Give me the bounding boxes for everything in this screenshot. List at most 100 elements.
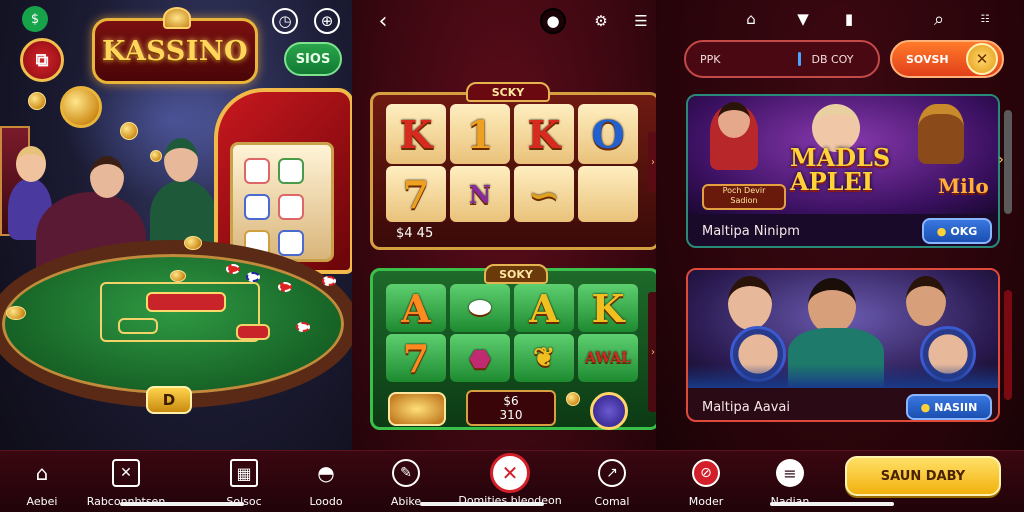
coin-icon: ● bbox=[936, 224, 947, 238]
nav-label: Loodo bbox=[309, 495, 343, 508]
cross-icon: ✕ bbox=[112, 459, 140, 487]
home-icon: ⌂ bbox=[35, 461, 49, 485]
reel-cell: N bbox=[450, 166, 510, 222]
search-left-text: PPK bbox=[700, 52, 721, 66]
text-cursor bbox=[798, 52, 802, 66]
search-input[interactable]: PPK DB COY bbox=[684, 40, 880, 78]
reel-cell: K bbox=[386, 104, 446, 164]
game-card-1-button[interactable]: ● OKG bbox=[922, 218, 992, 244]
character-head bbox=[728, 276, 772, 330]
nav-label: Abike bbox=[390, 495, 422, 508]
game-card-2-button[interactable]: ● NASIIN bbox=[906, 394, 992, 420]
character-head bbox=[808, 278, 856, 334]
nav-item-moder[interactable]: ⊘ Moder bbox=[660, 451, 752, 512]
globe-icon[interactable]: ⊕ bbox=[314, 8, 340, 34]
coin-stack-icon bbox=[184, 236, 202, 250]
search-submit-button[interactable]: SOVSH ✕ bbox=[890, 40, 1004, 78]
bet-area[interactable] bbox=[146, 292, 226, 312]
settings-gear-icon[interactable]: ⚙ bbox=[588, 8, 614, 34]
reel-icon bbox=[278, 194, 304, 220]
slot-card-2-title: SOKY bbox=[484, 264, 548, 284]
reel-cell: 7 bbox=[386, 166, 446, 222]
grid-icon: ▦ bbox=[230, 459, 258, 487]
stack-icon[interactable]: ☰ bbox=[628, 8, 654, 34]
nav-item-comal[interactable]: ↗ Comal bbox=[566, 451, 658, 512]
chip-icon bbox=[226, 264, 240, 274]
menu-icon[interactable]: ☷ bbox=[970, 6, 1000, 32]
casino-hero-panel: $ ◷ ⊕ ⧉ KASSINO SIOS D bbox=[0, 0, 352, 512]
chevron-right-icon[interactable]: › bbox=[648, 132, 656, 192]
character-figure bbox=[918, 104, 964, 164]
slot-card-1-title: SCKY bbox=[466, 82, 550, 102]
table-edge bbox=[688, 364, 998, 388]
player-head bbox=[90, 156, 124, 198]
chevron-right-icon[interactable]: › bbox=[996, 130, 1006, 190]
reel-icon bbox=[278, 230, 304, 256]
game-card-2-button-label: NASIIN bbox=[934, 400, 978, 414]
chart-icon: ↗ bbox=[598, 459, 626, 487]
home-signal-icon[interactable]: ⌂ bbox=[738, 6, 764, 32]
chip-icon bbox=[322, 276, 336, 286]
coin-icon bbox=[28, 92, 46, 110]
cta-button[interactable]: SAUN DABY bbox=[845, 456, 1001, 496]
home-indicator bbox=[770, 502, 894, 506]
casino-chip-icon bbox=[60, 86, 102, 128]
timer-icon[interactable]: ◷ bbox=[272, 8, 298, 34]
reel-cell: K bbox=[514, 104, 574, 164]
back-arrow-icon[interactable]: ‹ bbox=[370, 8, 396, 34]
logo-text: KASSINO bbox=[101, 35, 249, 67]
nav-item-loodo[interactable]: ◓ Loodo bbox=[280, 451, 372, 512]
slots-panel: ‹ ● ⚙ ☰ SCKY K 1 K O 7 N ∽ $4 45 › SOKY … bbox=[352, 0, 656, 512]
bet-area[interactable] bbox=[236, 324, 270, 340]
record-icon[interactable]: ● bbox=[540, 8, 566, 34]
chevron-right-icon[interactable]: › bbox=[648, 292, 656, 412]
game-card-2[interactable]: Maltipa Aavai ● NASIIN bbox=[686, 268, 1000, 422]
scrollbar[interactable] bbox=[1004, 290, 1012, 400]
player-head bbox=[164, 138, 198, 182]
coin-icon: ● bbox=[920, 400, 931, 414]
jackpot-badge-icon bbox=[388, 392, 446, 426]
coin-stack-icon bbox=[170, 270, 186, 282]
coin-icon bbox=[120, 122, 138, 140]
close-circle-icon: ✕ bbox=[490, 453, 530, 493]
game-card-1-button-label: OKG bbox=[950, 224, 978, 238]
character-head bbox=[906, 276, 946, 326]
game-art-subtitle: Poch Devir Sadion bbox=[702, 184, 786, 210]
battery-icon[interactable]: ▮ bbox=[836, 6, 862, 32]
slot-badge-icon[interactable]: ⧉ bbox=[20, 38, 64, 82]
wifi-icon: ◓ bbox=[317, 461, 335, 485]
home-indicator bbox=[420, 502, 544, 506]
nav-label: Moder bbox=[688, 495, 724, 508]
close-icon[interactable]: ✕ bbox=[966, 43, 998, 75]
no-icon: ⊘ bbox=[692, 459, 720, 487]
wifi-icon[interactable]: ▼ bbox=[790, 6, 816, 32]
home-indicator bbox=[120, 502, 244, 506]
kassino-logo: KASSINO bbox=[92, 7, 258, 84]
coin-stack-icon bbox=[6, 306, 26, 320]
crown-icon bbox=[163, 7, 191, 29]
search-icon[interactable]: ⌕ bbox=[926, 6, 952, 32]
nav-item-aebei[interactable]: ⌂ Aebei bbox=[0, 451, 88, 512]
reel-cell: K bbox=[578, 284, 638, 332]
reel-cell bbox=[578, 166, 638, 222]
casino-chip-icon bbox=[590, 392, 628, 430]
slot-card-1-value: $4 45 bbox=[396, 226, 434, 241]
reel-icon bbox=[244, 158, 270, 184]
reel-cell: O bbox=[578, 104, 638, 164]
bet-area[interactable] bbox=[118, 318, 158, 334]
slot-card-2-value-box: $6 310 bbox=[466, 390, 556, 426]
game-art-title: MADLS APLEI bbox=[790, 143, 891, 196]
chip-icon bbox=[246, 272, 260, 282]
sios-button[interactable]: SIOS bbox=[284, 42, 342, 76]
game-card-1[interactable]: MADLS APLEI Poch Devir Sadion Milo Malti… bbox=[686, 94, 1000, 248]
coin-icon bbox=[150, 150, 162, 162]
games-panel: ⌂ ▼ ▮ ⌕ ☷ PPK DB COY SOVSH ✕ MADLS APLEI… bbox=[656, 0, 1024, 512]
search-right-text: DB COY bbox=[811, 52, 854, 66]
reel-cell: ⬣ bbox=[450, 334, 510, 382]
menu-icon: ≡ bbox=[776, 459, 804, 487]
reel-cell: ∽ bbox=[514, 166, 574, 222]
dollar-badge-icon[interactable]: $ bbox=[22, 6, 48, 32]
slot-card-2-value-line2: 310 bbox=[499, 408, 523, 422]
search-submit-label: SOVSH bbox=[906, 52, 949, 66]
table-play-button[interactable]: D bbox=[146, 386, 192, 414]
